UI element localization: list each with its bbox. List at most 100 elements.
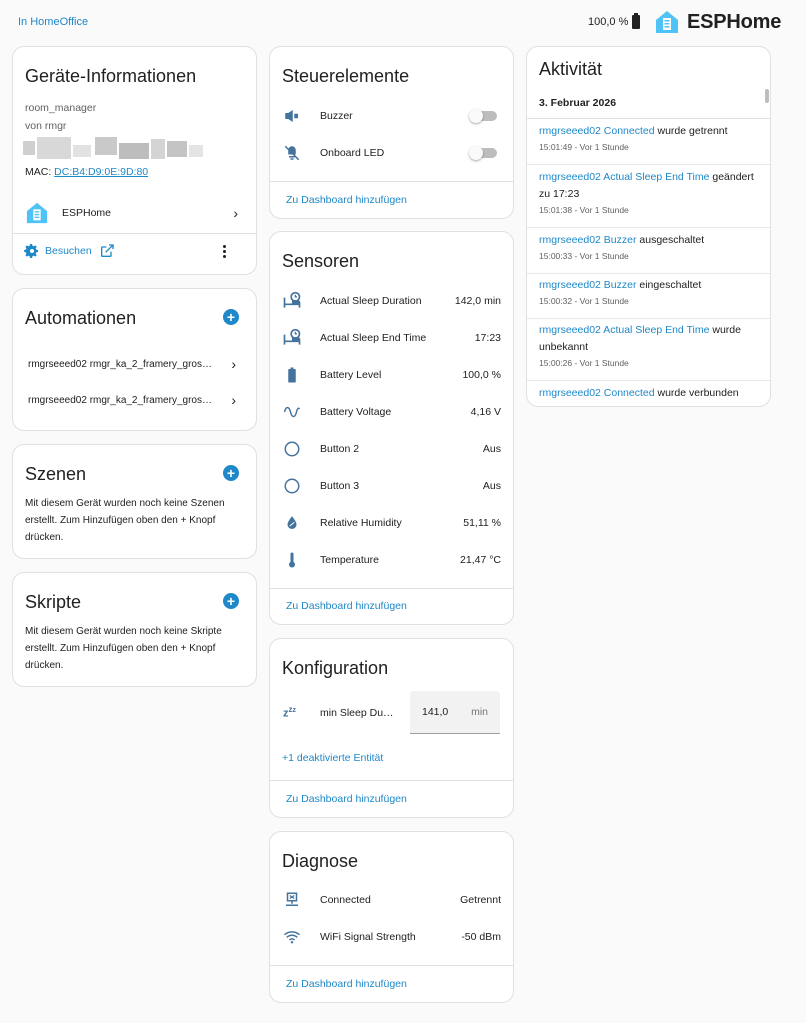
card-title: Sensoren: [282, 251, 360, 271]
input-unit: min: [471, 706, 488, 718]
sensor-name: Battery Voltage: [320, 405, 392, 418]
visit-button[interactable]: Besuchen: [24, 243, 115, 259]
sensor-row[interactable]: Button 2 Aus: [270, 430, 513, 467]
activity-entity-link[interactable]: rmgrseeed02 Actual Sleep End Time: [539, 171, 709, 183]
activity-entity-link[interactable]: rmgrseeed02 Buzzer: [539, 279, 636, 291]
activity-entry[interactable]: rmgrseeed02 Buzzer eingeschaltet 15:00:3…: [527, 277, 770, 319]
scenes-card: Szenen + Mit diesem Gerät wurden noch ke…: [12, 444, 257, 559]
activity-time: 15:00:26 - Vor 1 Stunde: [539, 358, 629, 368]
sensor-name: Temperature: [320, 553, 379, 566]
mac-value-link[interactable]: DC:B4:D9:0E:9D:80: [54, 166, 148, 178]
wifi-icon: [274, 928, 310, 946]
onboard-led-toggle[interactable]: [469, 145, 497, 160]
add-script-button[interactable]: +: [223, 593, 239, 609]
control-name: Buzzer: [320, 109, 353, 122]
activity-entity-link[interactable]: rmgrseeed02 Connected: [539, 387, 655, 399]
add-to-dashboard-button[interactable]: Zu Dashboard hinzufügen: [286, 194, 407, 206]
configuration-card: Konfiguration zzz min Sleep Du… 141,0 mi…: [269, 638, 514, 818]
diagnostics-card: Diagnose Connected Getrennt WiFi Signal …: [269, 831, 514, 1003]
diagnostic-row[interactable]: Connected Getrennt: [270, 881, 513, 918]
card-title: Automationen: [25, 308, 137, 328]
chevron-right-icon: ›: [233, 205, 238, 221]
diagnostic-name: Connected: [320, 893, 371, 906]
activity-time: 15:00:32 - Vor 1 Stunde: [539, 296, 629, 306]
sensor-value: 21,47 °C: [460, 553, 501, 566]
esphome-integration-icon: [26, 202, 48, 224]
sensor-row[interactable]: Temperature 21,47 °C: [270, 541, 513, 578]
scenes-empty-text: Mit diesem Gerät wurden noch keine Szene…: [25, 498, 225, 543]
card-title: Skripte: [25, 592, 82, 612]
card-title: Diagnose: [282, 851, 359, 871]
automation-item[interactable]: rmgrseeed02 rmgr_ka_2_framery_gros… ›: [13, 349, 256, 379]
add-scene-button[interactable]: +: [223, 465, 239, 481]
diagnostic-value: Getrennt: [460, 893, 501, 906]
activity-entry[interactable]: rmgrseeed02 Buzzer ausgeschaltet 15:00:3…: [527, 232, 770, 274]
scripts-empty-text: Mit diesem Gerät wurden noch keine Skrip…: [25, 626, 222, 671]
automation-item[interactable]: rmgrseeed02 rmgr_ka_2_framery_gros… ›: [13, 385, 256, 415]
integration-row[interactable]: ESPHome ›: [13, 197, 256, 229]
sine-wave-icon: [274, 403, 310, 421]
sensor-value: 142,0 min: [454, 294, 501, 307]
config-entity-name: min Sleep Du…: [320, 706, 394, 719]
thermometer-icon: [274, 551, 310, 569]
automations-card: Automationen + rmgrseeed02 rmgr_ka_2_fra…: [12, 288, 257, 431]
brand-logo: ESPHome: [655, 10, 781, 34]
add-automation-button[interactable]: +: [223, 309, 239, 325]
control-name: Onboard LED: [320, 146, 385, 159]
add-to-dashboard-button[interactable]: Zu Dashboard hinzufügen: [286, 600, 407, 612]
diagnostic-row[interactable]: WiFi Signal Strength -50 dBm: [270, 918, 513, 955]
sleep-zzz-icon: zzz: [283, 705, 296, 720]
add-to-dashboard-button[interactable]: Zu Dashboard hinzufügen: [286, 978, 407, 990]
open-in-new-icon: [100, 244, 114, 257]
activity-entry[interactable]: rmgrseeed02 Actual Sleep End Time wurde …: [527, 322, 770, 381]
add-to-dashboard-button[interactable]: Zu Dashboard hinzufügen: [286, 793, 407, 805]
scripts-card: Skripte + Mit diesem Gerät wurden noch k…: [12, 572, 257, 687]
sensor-row[interactable]: Actual Sleep End Time 17:23: [270, 319, 513, 356]
card-title: Aktivität: [539, 59, 603, 79]
activity-entity-link[interactable]: rmgrseeed02 Connected: [539, 125, 655, 137]
sensor-value: 100,0 %: [462, 368, 501, 381]
area-breadcrumb-link[interactable]: In HomeOffice: [18, 16, 88, 28]
activity-text: wurde verbunden: [654, 387, 739, 399]
sensor-name: Button 2: [320, 442, 360, 455]
water-percent-icon: [274, 514, 310, 532]
sensor-row[interactable]: Battery Level 100,0 %: [270, 356, 513, 393]
min-sleep-duration-input[interactable]: 141,0 min: [410, 691, 500, 734]
activity-entry[interactable]: rmgrseeed02 Connected wurde getrennt 15:…: [527, 123, 770, 165]
activity-text: eingeschaltet: [636, 279, 702, 291]
activity-time: 15:00:33 - Vor 1 Stunde: [539, 251, 629, 261]
automation-label: rmgrseeed02 rmgr_ka_2_framery_gros…: [28, 394, 212, 406]
activity-card: Aktivität 3. Februar 2026 rmgrseeed02 Co…: [526, 46, 771, 407]
more-options-icon[interactable]: [223, 245, 227, 259]
activity-entry[interactable]: rmgrseeed02 Actual Sleep End Time geände…: [527, 169, 770, 228]
sensor-row[interactable]: Battery Voltage 4,16 V: [270, 393, 513, 430]
buzzer-icon: [274, 107, 310, 125]
led-off-icon: [274, 144, 310, 162]
battery-value: 100,0 %: [588, 16, 629, 28]
activity-entry[interactable]: rmgrseeed02 Connected wurde verbunden: [527, 385, 770, 406]
control-row-onboard-led[interactable]: Onboard LED: [270, 134, 513, 171]
activity-time: 15:01:38 - Vor 1 Stunde: [539, 205, 629, 215]
gear-icon: [24, 244, 38, 258]
mac-label: MAC:: [25, 166, 52, 178]
sensor-row[interactable]: Relative Humidity 51,11 %: [270, 504, 513, 541]
automation-label: rmgrseeed02 rmgr_ka_2_framery_gros…: [28, 358, 212, 370]
lan-disconnect-icon: [274, 891, 310, 909]
scrollbar-thumb[interactable]: [765, 89, 769, 103]
input-value: 141,0: [422, 706, 449, 718]
sensor-value: Aus: [482, 442, 501, 455]
chevron-right-icon: ›: [231, 356, 236, 372]
battery-icon: [274, 366, 310, 384]
sensor-row[interactable]: Actual Sleep Duration 142,0 min: [270, 282, 513, 319]
sensor-name: Actual Sleep Duration: [320, 294, 422, 307]
activity-entity-link[interactable]: rmgrseeed02 Actual Sleep End Time: [539, 324, 709, 336]
disabled-entities-link[interactable]: +1 deaktivierte Entität: [282, 752, 383, 764]
control-row-buzzer[interactable]: Buzzer: [270, 97, 513, 134]
sensors-card: Sensoren Actual Sleep Duration 142,0 min…: [269, 231, 514, 625]
activity-entity-link[interactable]: rmgrseeed02 Buzzer: [539, 234, 636, 246]
sensor-value: 17:23: [474, 331, 501, 344]
card-title: Geräte-Informationen: [25, 66, 197, 86]
device-manufacturer: von rmgr: [25, 120, 67, 132]
sensor-row[interactable]: Button 3 Aus: [270, 467, 513, 504]
buzzer-toggle[interactable]: [469, 108, 497, 123]
